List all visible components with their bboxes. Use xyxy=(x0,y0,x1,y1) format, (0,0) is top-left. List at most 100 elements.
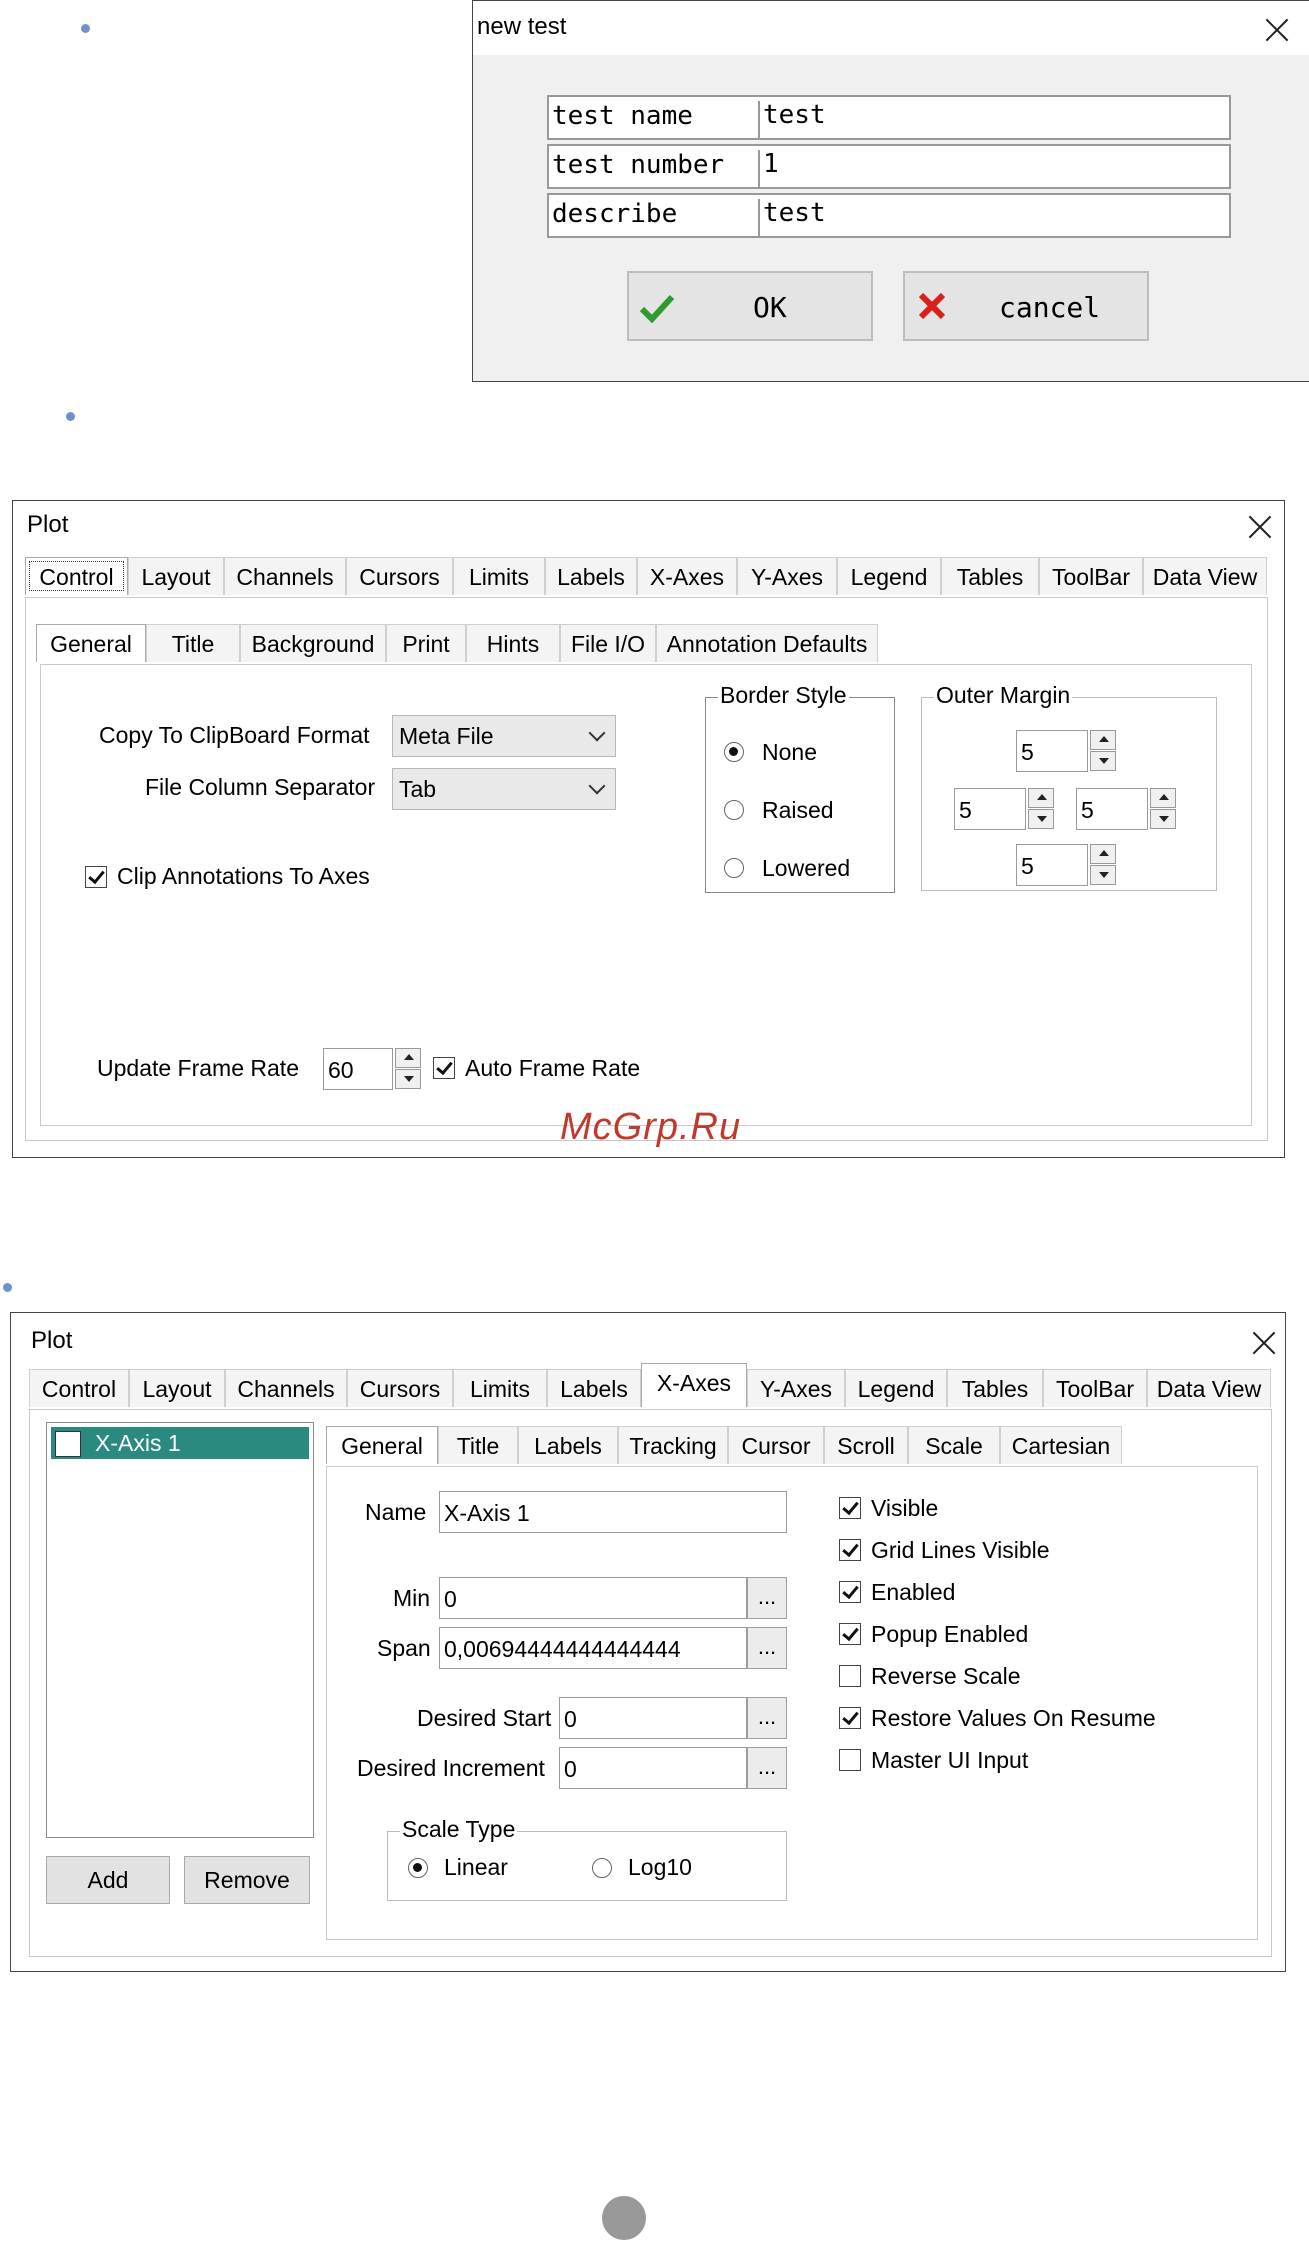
frame-rate-input[interactable]: 60 xyxy=(323,1048,393,1090)
close-icon[interactable] xyxy=(1262,14,1292,44)
popup-enabled-checkbox[interactable] xyxy=(839,1623,861,1645)
tab-channels[interactable]: Channels xyxy=(225,1369,347,1407)
subtab-scroll[interactable]: Scroll xyxy=(824,1426,908,1464)
tab-labels[interactable]: Labels xyxy=(547,1369,641,1407)
tab-legend[interactable]: Legend xyxy=(845,1369,947,1407)
desired-increment-input[interactable]: 0 xyxy=(559,1747,747,1789)
close-icon[interactable] xyxy=(1245,511,1275,541)
subtab-tracking[interactable]: Tracking xyxy=(618,1426,728,1464)
test-name-input[interactable]: test xyxy=(763,100,826,130)
spin-up-icon[interactable] xyxy=(395,1048,421,1068)
margin-left-spinner[interactable] xyxy=(1028,788,1054,830)
test-number-input[interactable]: 1 xyxy=(763,149,779,179)
reverse-scale-checkbox[interactable] xyxy=(839,1665,861,1687)
axis-list[interactable]: X-Axis 1 xyxy=(46,1422,314,1838)
subtab-cursor[interactable]: Cursor xyxy=(728,1426,824,1464)
spin-down-icon[interactable] xyxy=(1090,751,1116,771)
spin-down-icon[interactable] xyxy=(1090,865,1116,885)
tab-channels[interactable]: Channels xyxy=(224,557,346,595)
page-marker xyxy=(602,2196,646,2240)
subtab-title[interactable]: Title xyxy=(146,624,240,662)
tab-control[interactable]: Control xyxy=(25,557,128,595)
span-input[interactable]: 0,00694444444444444 xyxy=(439,1627,747,1669)
remove-button[interactable]: Remove xyxy=(184,1856,310,1904)
span-browse-button[interactable]: ... xyxy=(747,1627,787,1669)
border-none-radio[interactable] xyxy=(724,742,744,762)
desired-start-browse-button[interactable]: ... xyxy=(747,1697,787,1739)
axis-checkbox[interactable] xyxy=(55,1431,81,1457)
tab-x-axes[interactable]: X-Axes xyxy=(641,1363,747,1407)
tab-limits[interactable]: Limits xyxy=(453,1369,547,1407)
subtab-annotation-defaults[interactable]: Annotation Defaults xyxy=(656,624,878,662)
margin-right-spinner[interactable] xyxy=(1150,788,1176,830)
ok-button[interactable]: OK xyxy=(627,271,873,341)
tab-y-axes[interactable]: Y-Axes xyxy=(737,557,837,595)
desired-start-input[interactable]: 0 xyxy=(559,1697,747,1739)
tab-toolbar[interactable]: ToolBar xyxy=(1043,1369,1147,1407)
tab-tables[interactable]: Tables xyxy=(947,1369,1043,1407)
describe-input[interactable]: test xyxy=(763,198,826,228)
tab-data-view[interactable]: Data View xyxy=(1147,1369,1271,1407)
border-lowered-label: Lowered xyxy=(762,855,851,881)
subtab-title[interactable]: Title xyxy=(438,1426,518,1464)
margin-bottom-spinner[interactable] xyxy=(1090,844,1116,886)
spin-down-icon[interactable] xyxy=(1028,809,1054,829)
subtab-scale[interactable]: Scale xyxy=(908,1426,1000,1464)
list-item[interactable]: X-Axis 1 xyxy=(51,1427,309,1459)
clip-annotations-checkbox[interactable] xyxy=(85,866,107,888)
tab-data-view[interactable]: Data View xyxy=(1143,557,1267,595)
subtab-background[interactable]: Background xyxy=(240,624,386,662)
tab-layout[interactable]: Layout xyxy=(128,557,224,595)
tab-limits[interactable]: Limits xyxy=(453,557,545,595)
restore-values-checkbox[interactable] xyxy=(839,1707,861,1729)
close-icon[interactable] xyxy=(1249,1327,1279,1357)
enabled-checkbox[interactable] xyxy=(839,1581,861,1603)
spin-up-icon[interactable] xyxy=(1090,844,1116,864)
scale-linear-radio[interactable] xyxy=(408,1858,428,1878)
subtab-general[interactable]: General xyxy=(36,624,146,662)
tab-layout[interactable]: Layout xyxy=(129,1369,225,1407)
scale-log10-radio[interactable] xyxy=(592,1858,612,1878)
master-ui-input-checkbox[interactable] xyxy=(839,1749,861,1771)
add-button[interactable]: Add xyxy=(46,1856,170,1904)
column-separator-select[interactable]: Tab xyxy=(392,768,616,810)
name-input[interactable]: X-Axis 1 xyxy=(439,1491,787,1533)
visible-checkbox[interactable] xyxy=(839,1497,861,1519)
subtab-print[interactable]: Print xyxy=(386,624,466,662)
tab-control[interactable]: Control xyxy=(29,1369,129,1407)
spin-up-icon[interactable] xyxy=(1028,788,1054,808)
tab-cursors[interactable]: Cursors xyxy=(346,557,453,595)
tab-legend[interactable]: Legend xyxy=(837,557,941,595)
grid-lines-visible-checkbox[interactable] xyxy=(839,1539,861,1561)
margin-top-input[interactable]: 5 xyxy=(1016,730,1088,772)
tab-cursors[interactable]: Cursors xyxy=(347,1369,453,1407)
spin-up-icon[interactable] xyxy=(1150,788,1176,808)
tab-labels[interactable]: Labels xyxy=(545,557,637,595)
margin-bottom-input[interactable]: 5 xyxy=(1016,844,1088,886)
border-lowered-radio[interactable] xyxy=(724,858,744,878)
margin-left-input[interactable]: 5 xyxy=(954,788,1026,830)
subtab-file-io[interactable]: File I/O xyxy=(560,624,656,662)
x-mark-icon xyxy=(918,292,946,320)
border-raised-radio[interactable] xyxy=(724,800,744,820)
subtab-hints[interactable]: Hints xyxy=(466,624,560,662)
spin-up-icon[interactable] xyxy=(1090,730,1116,750)
subtab-cartesian[interactable]: Cartesian xyxy=(1000,1426,1122,1464)
auto-frame-rate-checkbox[interactable] xyxy=(433,1057,455,1079)
subtab-labels[interactable]: Labels xyxy=(518,1426,618,1464)
subtab-general[interactable]: General xyxy=(326,1426,438,1464)
frame-rate-spinner[interactable] xyxy=(395,1048,421,1090)
tab-toolbar[interactable]: ToolBar xyxy=(1039,557,1143,595)
margin-right-input[interactable]: 5 xyxy=(1076,788,1148,830)
cancel-button[interactable]: cancel xyxy=(903,271,1149,341)
clipboard-format-select[interactable]: Meta File xyxy=(392,715,616,757)
tab-tables[interactable]: Tables xyxy=(941,557,1039,595)
spin-down-icon[interactable] xyxy=(1150,809,1176,829)
tab-y-axes[interactable]: Y-Axes xyxy=(747,1369,845,1407)
tab-x-axes[interactable]: X-Axes xyxy=(637,557,737,595)
min-input[interactable]: 0 xyxy=(439,1577,747,1619)
desired-increment-browse-button[interactable]: ... xyxy=(747,1747,787,1789)
min-browse-button[interactable]: ... xyxy=(747,1577,787,1619)
margin-top-spinner[interactable] xyxy=(1090,730,1116,772)
spin-down-icon[interactable] xyxy=(395,1069,421,1089)
